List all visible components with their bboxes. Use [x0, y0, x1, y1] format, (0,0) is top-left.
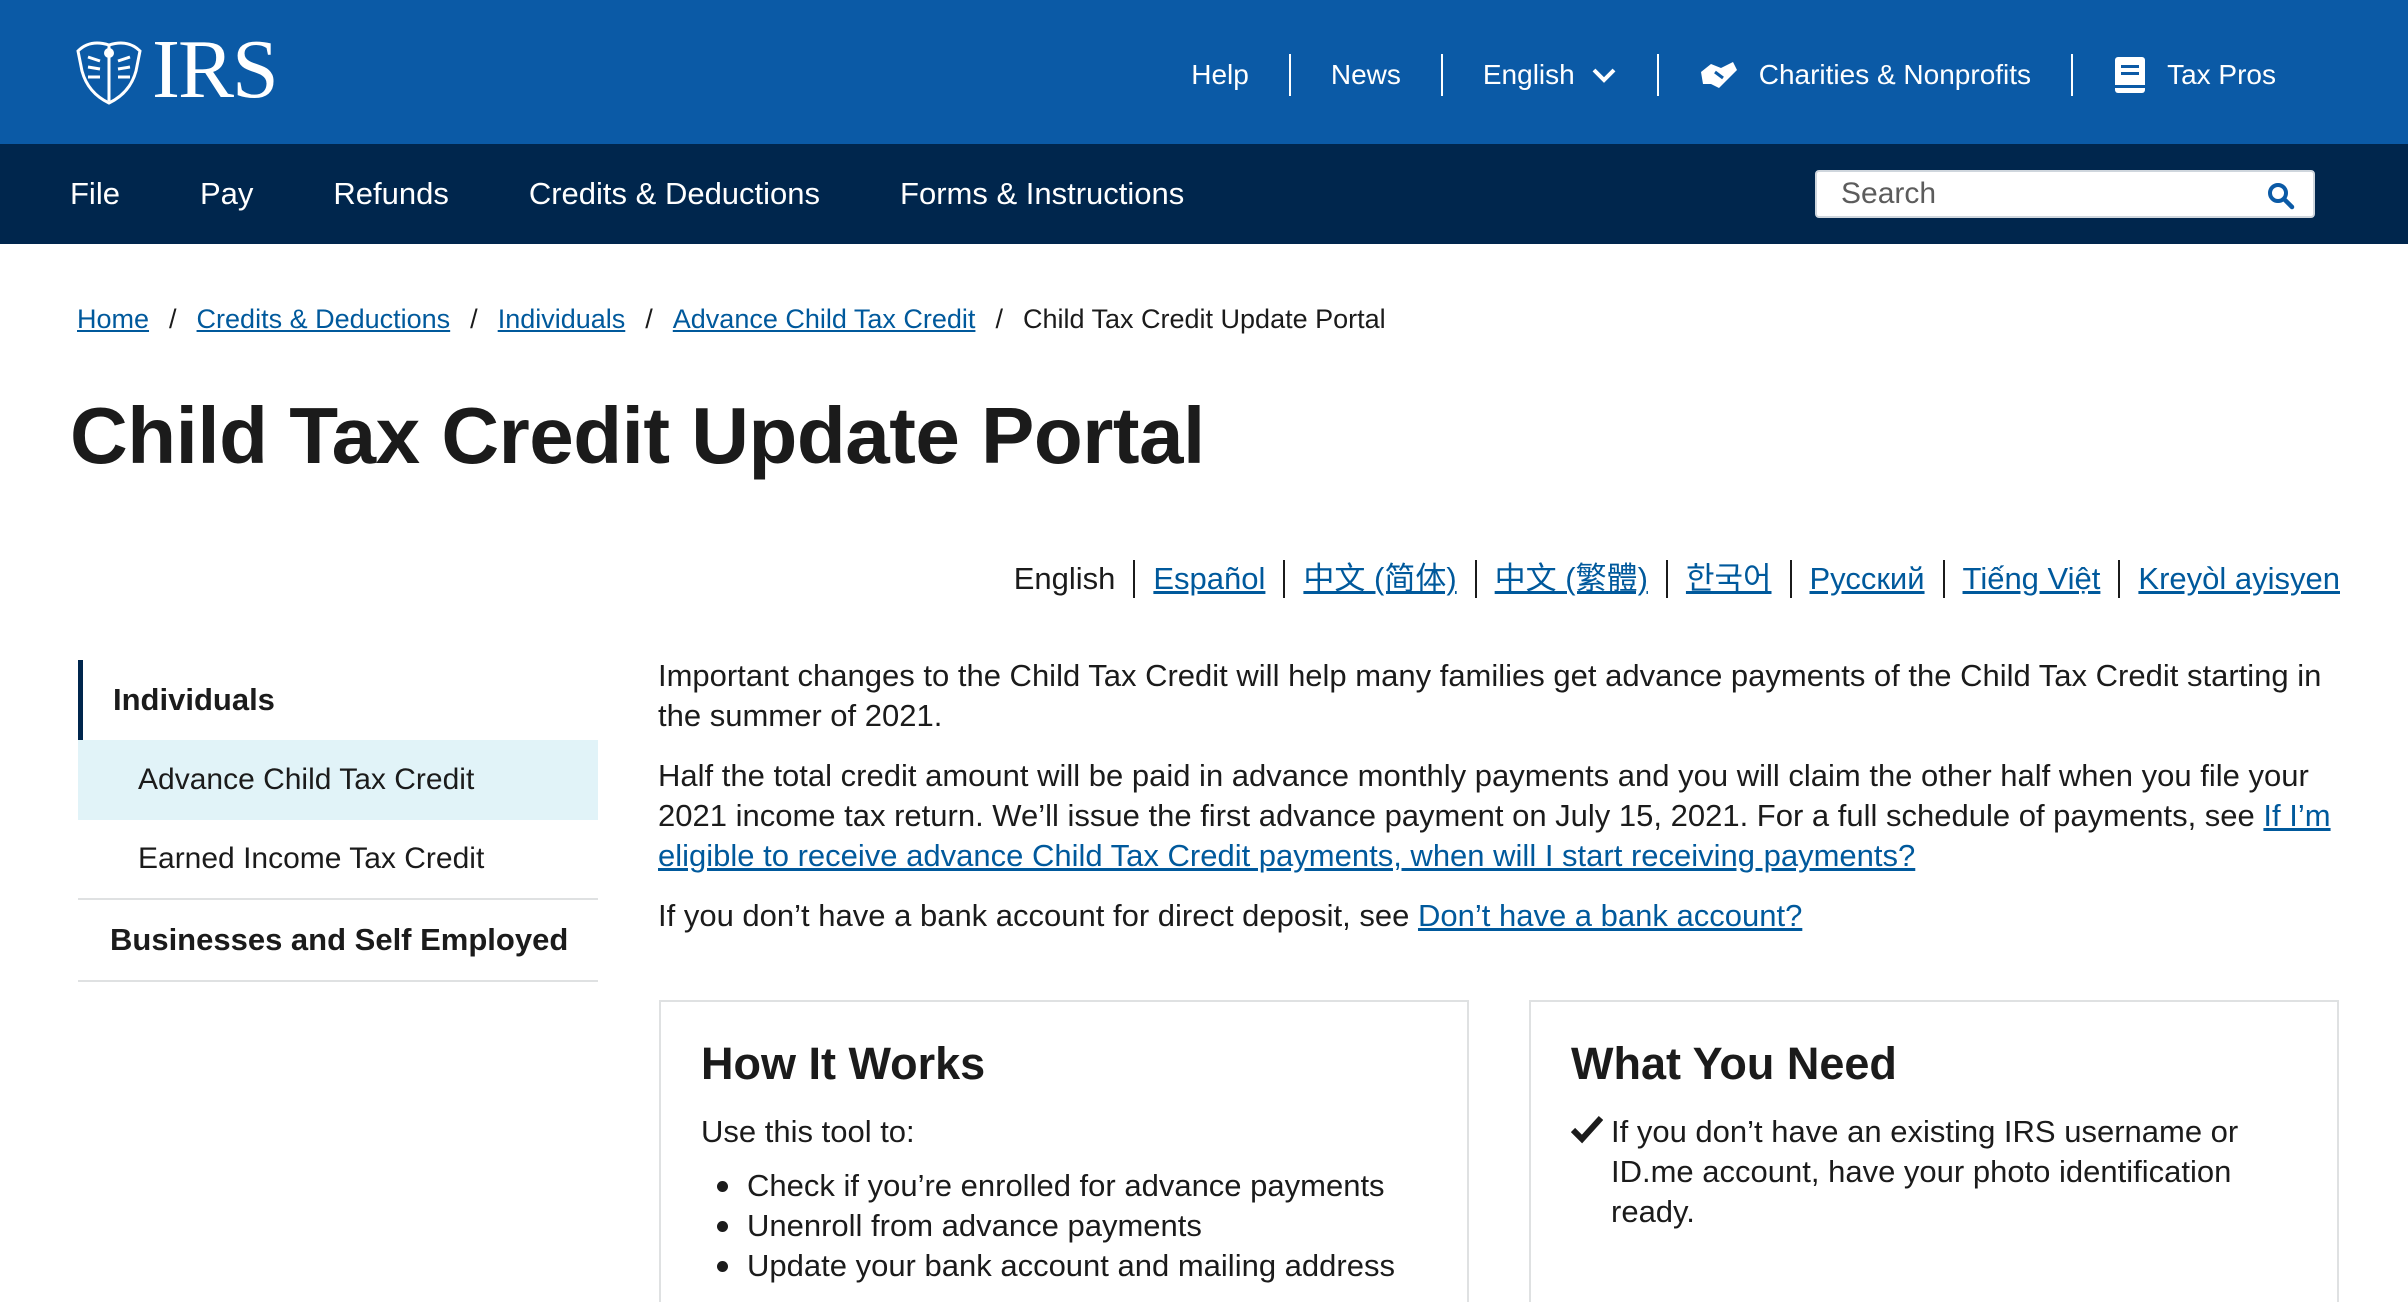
sidebar-item-individuals[interactable]: Individuals — [78, 660, 598, 740]
language-dropdown[interactable]: English — [1440, 54, 1657, 96]
intro-paragraph: Important changes to the Child Tax Credi… — [658, 658, 2322, 733]
irs-logo-text: IRS — [152, 23, 279, 116]
tax-pros-label: Tax Pros — [2167, 59, 2276, 90]
top-utility-bar: IRS Help News English Charities & Nonpro… — [0, 0, 2408, 144]
main-content: Important changes to the Child Tax Credi… — [658, 656, 2348, 956]
list-item: Update your bank account and mailing add… — [717, 1246, 1427, 1286]
search-input[interactable] — [1817, 177, 2237, 211]
breadcrumb-home[interactable]: Home — [77, 304, 149, 335]
chevron-down-icon — [1591, 66, 1617, 84]
help-label: Help — [1191, 59, 1249, 90]
search-box — [1815, 170, 2315, 218]
breadcrumb-separator: / — [995, 304, 1003, 334]
breadcrumb: Home / Credits & Deductions / Individual… — [77, 304, 1386, 335]
search-button[interactable] — [2265, 180, 2297, 212]
irs-eagle-icon — [76, 41, 142, 105]
news-label: News — [1330, 59, 1401, 90]
tax-pros-link[interactable]: Tax Pros — [2071, 54, 2316, 96]
language-label: English — [1482, 59, 1575, 90]
nav-forms-instructions[interactable]: Forms & Instructions — [900, 176, 1184, 212]
news-link[interactable]: News — [1288, 54, 1441, 96]
checkmark-icon — [1570, 1112, 1611, 1246]
charities-label: Charities & Nonprofits — [1758, 59, 2032, 90]
nav-pay[interactable]: Pay — [200, 176, 253, 212]
sidebar: Individuals Advance Child Tax Credit Ear… — [78, 660, 598, 982]
sidebar-item-eitc[interactable]: Earned Income Tax Credit — [78, 820, 598, 900]
breadcrumb-current: Child Tax Credit Update Portal — [1022, 304, 1386, 334]
lang-espanol[interactable]: Español — [1133, 560, 1283, 598]
nav-refunds[interactable]: Refunds — [333, 176, 448, 212]
irs-logo[interactable]: IRS — [70, 23, 279, 116]
nav-credits-deductions[interactable]: Credits & Deductions — [529, 176, 820, 212]
schedule-text: Half the total credit amount will be pai… — [658, 758, 2309, 833]
sidebar-item-advance-ctc[interactable]: Advance Child Tax Credit — [78, 740, 598, 820]
what-you-need-title: What You Need — [1571, 1038, 1897, 1089]
handshake-icon — [1699, 58, 1739, 92]
book-icon — [2113, 55, 2147, 95]
nav-file[interactable]: File — [70, 176, 120, 212]
lang-english: English — [1013, 561, 1116, 596]
help-link[interactable]: Help — [1151, 54, 1289, 96]
lang-korean[interactable]: 한국어 — [1665, 560, 1790, 598]
how-it-works-card: How It Works Use this tool to: Check if … — [659, 1000, 1469, 1302]
lang-chinese-simplified[interactable]: 中文 (简体) — [1283, 560, 1474, 598]
how-it-works-title: How It Works — [701, 1038, 986, 1089]
bank-account-paragraph: If you don’t have a bank account for dir… — [658, 896, 2348, 936]
lang-chinese-traditional[interactable]: 中文 (繁體) — [1474, 560, 1666, 598]
charities-link[interactable]: Charities & Nonprofits — [1656, 54, 2071, 96]
no-bank-account-link[interactable]: Don’t have a bank account? — [1418, 898, 1802, 933]
breadcrumb-separator: / — [645, 304, 653, 334]
lang-russian[interactable]: Русский — [1789, 560, 1943, 598]
requirement-text: If you don’t have an existing IRS userna… — [1611, 1114, 2239, 1229]
list-item: Unenroll from advance payments — [717, 1206, 1427, 1246]
sidebar-item-businesses[interactable]: Businesses and Self Employed — [78, 900, 598, 982]
what-you-need-card: What You Need If you don’t have an exist… — [1529, 1000, 2339, 1302]
how-it-works-intro: Use this tool to: — [701, 1114, 915, 1149]
search-icon — [2268, 183, 2295, 210]
breadcrumb-separator: / — [470, 304, 478, 334]
requirement-item: If you don’t have an existing IRS userna… — [1570, 1112, 2297, 1246]
language-selector: English Español 中文 (简体) 中文 (繁體) 한국어 Русс… — [996, 560, 2340, 598]
how-it-works-list: Check if you’re enrolled for advance pay… — [701, 1166, 1427, 1286]
breadcrumb-separator: / — [169, 304, 177, 334]
list-item: Check if you’re enrolled for advance pay… — [717, 1166, 1427, 1206]
utility-nav: Help News English Charities & Nonprofits… — [1151, 50, 2316, 100]
breadcrumb-credits-deductions[interactable]: Credits & Deductions — [197, 304, 451, 335]
lang-vietnamese[interactable]: Tiếng Việt — [1942, 560, 2119, 598]
breadcrumb-individuals[interactable]: Individuals — [498, 304, 626, 335]
page-title: Child Tax Credit Update Portal — [70, 391, 1205, 480]
breadcrumb-advance-ctc[interactable]: Advance Child Tax Credit — [673, 304, 976, 335]
schedule-paragraph: Half the total credit amount will be pai… — [658, 756, 2348, 876]
lang-haitian-creole[interactable]: Kreyòl ayisyen — [2118, 560, 2340, 598]
bank-account-text: If you don’t have a bank account for dir… — [658, 898, 1418, 933]
